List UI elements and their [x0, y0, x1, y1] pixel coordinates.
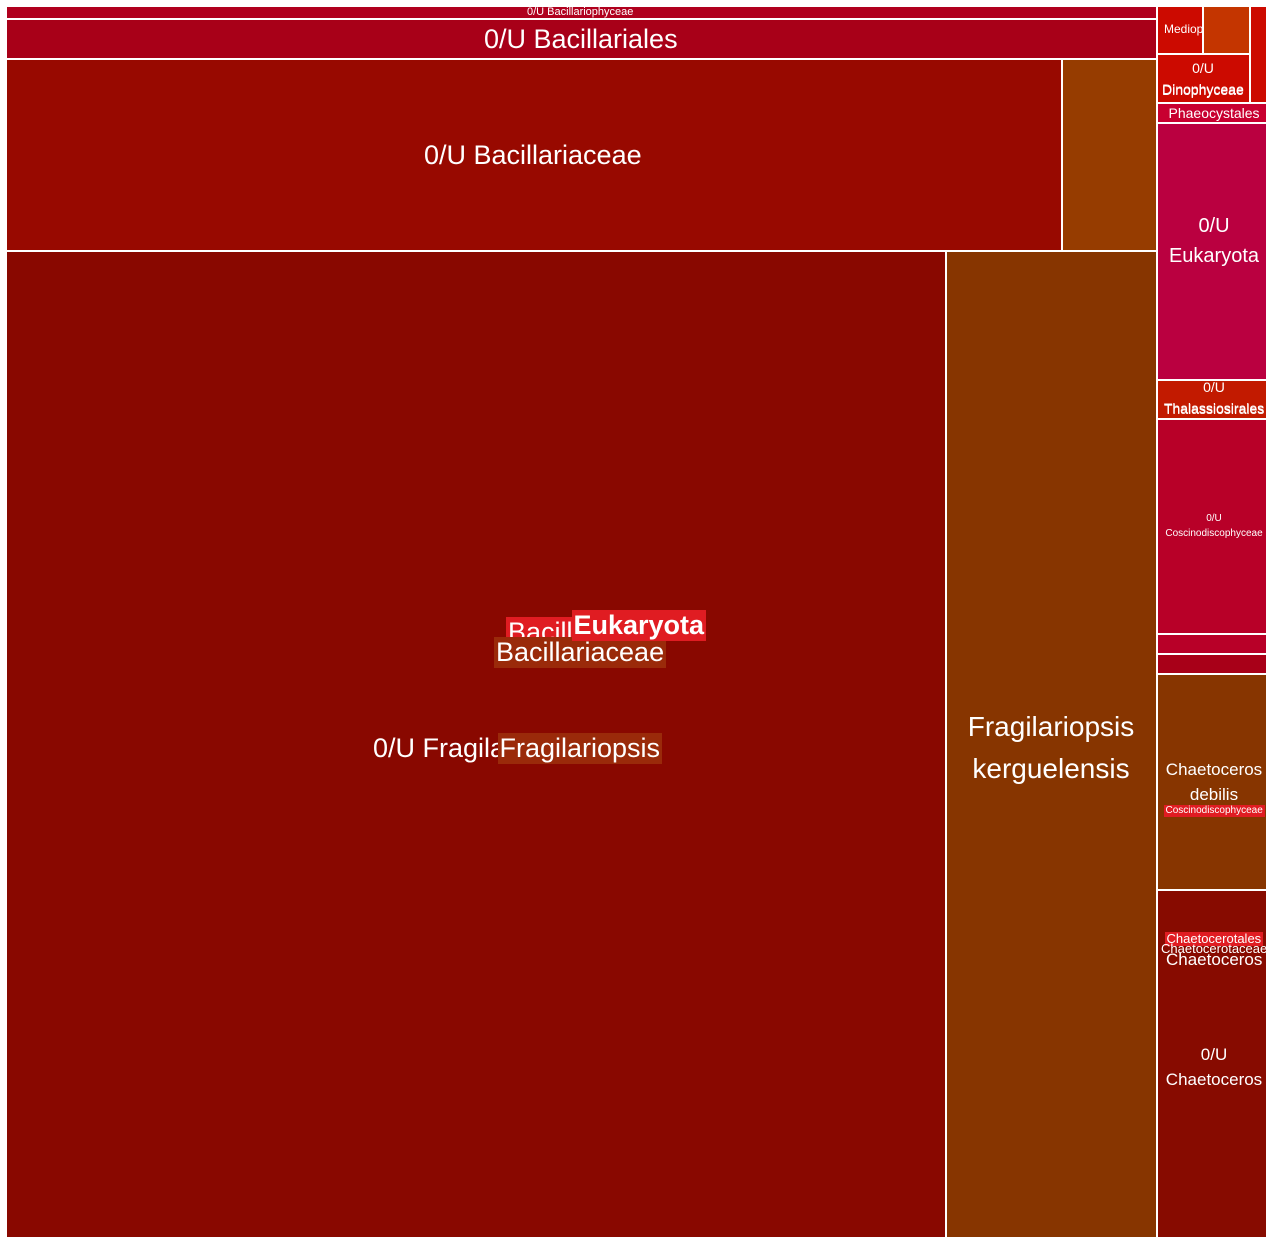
hover-label-eukaryota: Eukaryota [571, 609, 707, 641]
treemap-cell-unlabeled-15[interactable] [1157, 654, 1267, 674]
treemap-label-0-u-chaetoceros: 0/U Chaetoceros [1165, 1044, 1263, 1090]
treemap-chart: 0/U Bacillariophyceae 0/U Bacillariales 0/… [0, 0, 1267, 1238]
hover-label-bacillariaceae: Bacillariaceae [494, 636, 667, 668]
treemap-label-0-u-bacillariophyceae: 0/U Bacillariophyceae [527, 5, 634, 18]
hover-label-thalassiosirales: Thalassiosirales [1164, 401, 1265, 417]
treemap-label-0-u-bacillariaceae: 0/U Bacillariaceae [424, 139, 642, 170]
hover-label-dinophyceae: Dinophyceae [1162, 82, 1244, 98]
treemap-cell-unlabeled-14[interactable] [1157, 634, 1267, 654]
hover-label-coscinodiscophyceae: Coscinodiscophyceae [1163, 805, 1265, 817]
treemap-label-fragilariopsis-kerguelensis: Fragilariopsis kerguelensis [967, 711, 1135, 784]
treemap-label-0-u-coscinodiscophyceae: 0/U Coscinodiscophyceae [1165, 513, 1263, 539]
treemap-label-0-u-eukaryota: 0/U Eukaryota [1168, 215, 1260, 267]
treemap-cell-unlabeled-8[interactable] [1250, 6, 1267, 103]
treemap-label-0-u-bacillariales: 0/U Bacillariales [484, 23, 678, 54]
treemap-cell-unlabeled-3[interactable] [1062, 59, 1157, 251]
hover-label-fragilariopsis: Fragilariopsis [497, 732, 663, 764]
treemap-label-chaetoceros-debilis: Chaetoceros debilis [1165, 759, 1263, 805]
hover-label-chaetoceros: Chaetoceros [1166, 950, 1263, 969]
treemap-label-phaeocystales: Phaeocystales [1168, 105, 1260, 121]
treemap-cell-unlabeled-7[interactable] [1203, 6, 1250, 54]
